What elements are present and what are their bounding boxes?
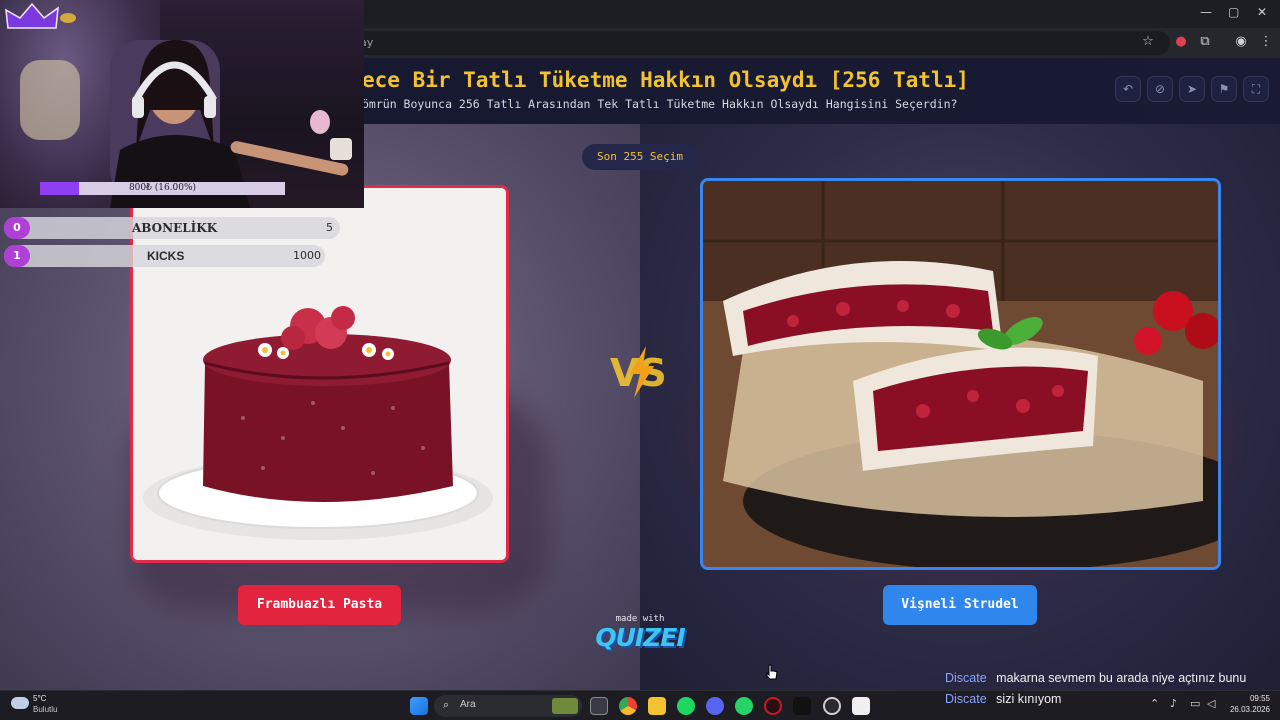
mouse-cursor-icon <box>766 664 778 680</box>
crown-logo-icon <box>5 2 76 29</box>
quizei-logo[interactable]: QUIZEI <box>594 623 686 652</box>
donation-progress-text: 800₺ (16.00%) <box>128 183 197 193</box>
extensions-puzzle-icon[interactable]: ⧉ <box>1196 34 1214 49</box>
chat-message: Discate makarna sevmem bu arada niye açt… <box>945 671 1246 685</box>
file-explorer-icon[interactable] <box>648 697 666 715</box>
tray-overflow-chevron-icon[interactable]: ⌃ <box>1150 697 1159 710</box>
chat-message: Discate sizi kınıyom <box>945 692 1061 706</box>
cherry-strudel-image <box>703 181 1218 567</box>
quiz-title: ece Bir Tatlı Tüketme Hakkın Olsaydı [25… <box>362 68 969 92</box>
right-choice-button[interactable]: Vişneli Strudel <box>883 585 1037 625</box>
address-bar[interactable]: ay <box>330 31 1170 55</box>
capcut-icon[interactable] <box>852 697 870 715</box>
share-send-icon[interactable]: ➤ <box>1179 76 1205 102</box>
search-icon: ⌕ <box>443 698 450 711</box>
clock-date[interactable]: 26.03.2026 <box>1226 705 1270 714</box>
webcam-overlay: 800₺ (16.00%) <box>0 0 364 208</box>
chrome-icon[interactable] <box>619 697 637 715</box>
whatsapp-icon[interactable] <box>735 697 753 715</box>
screen: — ▢ ✕ ay ☆ ● ⧉ ◉ ⋮ ece Bir Tatlı Tüketme… <box>0 0 1280 720</box>
browser-menu-icon[interactable]: ⋮ <box>1257 34 1275 49</box>
subscriber-goal-bar: 0 ABONELİKK 5 <box>4 217 340 239</box>
task-view-icon[interactable] <box>590 697 608 715</box>
chat-text: makarna sevmem bu arada niye açtınız bun… <box>996 671 1247 685</box>
game-launcher-icon[interactable] <box>764 697 782 715</box>
bookmark-star-icon[interactable]: ☆ <box>1139 34 1157 49</box>
goal-index: 0 <box>4 217 30 239</box>
quiz-stage: Son 255 Seçim Frambuazlı Pasta Vişneli S… <box>0 124 1280 690</box>
chat-username: Discate <box>945 692 987 706</box>
windows-start-icon[interactable] <box>410 697 428 715</box>
goal-value: 5 <box>326 221 333 234</box>
windows-taskbar: 5°C Bulutlu ⌕ Ara ⌃ ♪ ▭ ◁ 09:55 26.03.20… <box>0 690 1280 720</box>
undo-icon[interactable]: ↶ <box>1115 76 1141 102</box>
taskbar-search[interactable]: ⌕ Ara <box>434 695 582 717</box>
extension-icon[interactable]: ● <box>1172 34 1190 49</box>
maximize-button[interactable]: ▢ <box>1228 5 1239 19</box>
left-choice-card[interactable] <box>130 185 509 563</box>
goal-label: KICKS <box>147 249 185 263</box>
search-highlight-icon <box>552 698 578 714</box>
discord-icon[interactable] <box>706 697 724 715</box>
donation-progress-bar: 800₺ (16.00%) <box>40 182 285 195</box>
versus-icon: VS <box>606 342 674 402</box>
weather-temperature: 5°C <box>33 694 47 703</box>
raspberry-cake-image <box>133 188 506 560</box>
minimize-button[interactable]: — <box>1200 5 1212 19</box>
cloud-weather-icon[interactable] <box>11 697 29 709</box>
fullscreen-icon[interactable]: ⛶ <box>1243 76 1269 102</box>
quiz-subtitle: ömrün Boyunca 256 Tatlı Arasından Tek Ta… <box>362 97 958 111</box>
weather-description: Bulutlu <box>33 705 58 714</box>
link-icon[interactable]: ⊘ <box>1147 76 1173 102</box>
obs-icon[interactable] <box>823 697 841 715</box>
report-flag-icon[interactable]: ⚑ <box>1211 76 1237 102</box>
kicks-goal-bar: 1 KICKS 1000 <box>4 245 325 267</box>
microphone-icon[interactable]: ♪ <box>1170 697 1177 710</box>
chat-text: sizi kınıyom <box>996 692 1062 706</box>
goal-label: ABONELİKK <box>132 221 218 235</box>
left-choice-button[interactable]: Frambuazlı Pasta <box>238 585 401 625</box>
round-badge: Son 255 Seçim <box>582 144 698 170</box>
spotify-icon[interactable] <box>677 697 695 715</box>
chat-username: Discate <box>945 671 987 685</box>
recording-app-icon[interactable] <box>793 697 811 715</box>
close-window-button[interactable]: ✕ <box>1257 5 1267 19</box>
profile-avatar-icon[interactable]: ◉ <box>1232 34 1250 49</box>
search-label: Ara <box>460 699 476 710</box>
volume-icon[interactable]: ◁ <box>1207 697 1215 710</box>
network-icon[interactable]: ▭ <box>1190 697 1200 710</box>
goal-value: 1000 <box>293 249 321 262</box>
goal-index: 1 <box>4 245 30 267</box>
clock-time[interactable]: 09:55 <box>1240 694 1270 703</box>
right-choice-card[interactable] <box>700 178 1221 570</box>
